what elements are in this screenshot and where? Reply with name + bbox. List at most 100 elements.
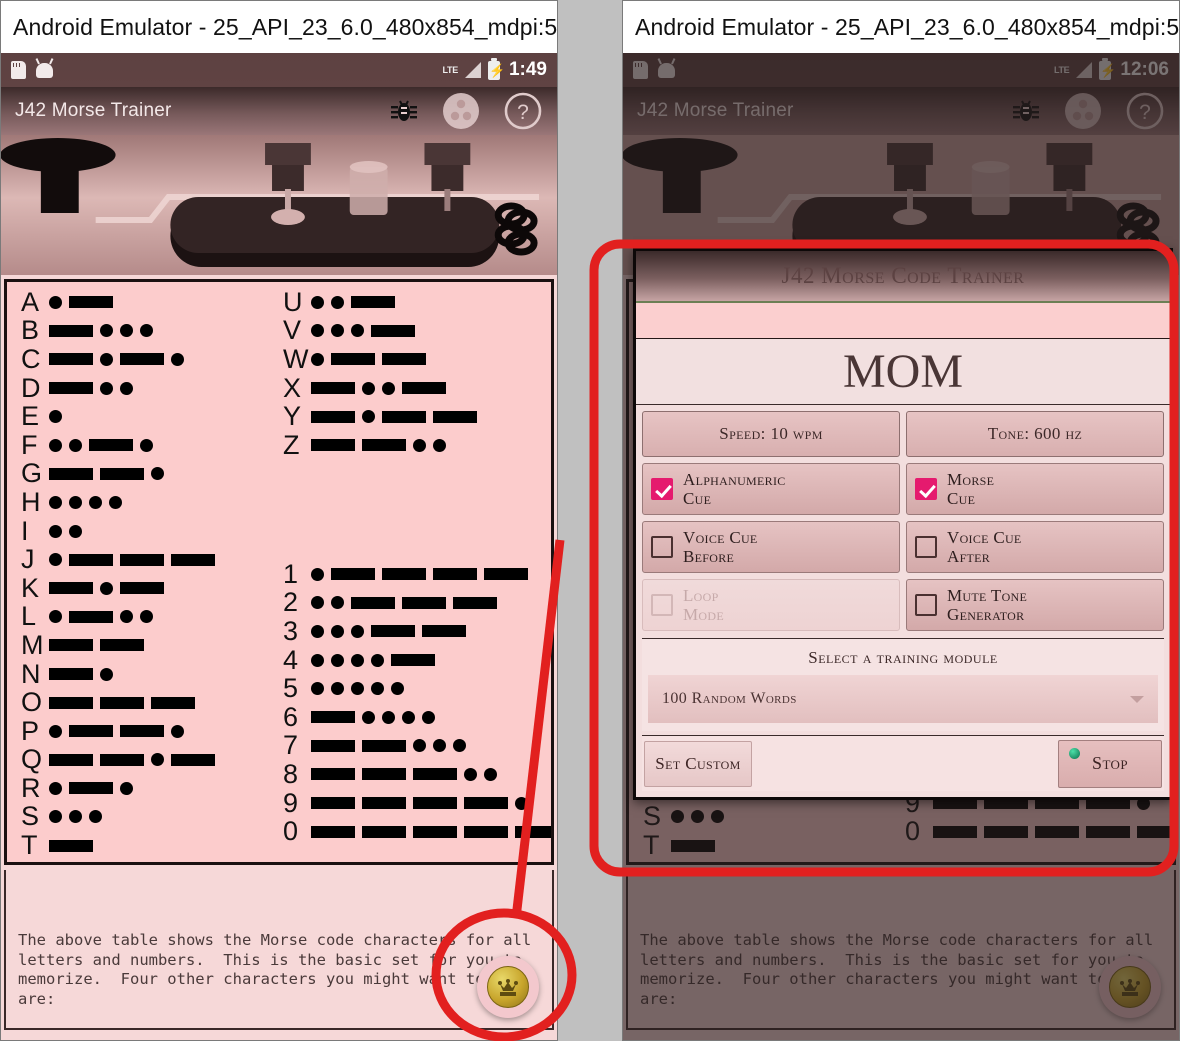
morse-dash (391, 654, 435, 667)
morse-row: 5 (283, 674, 551, 703)
morse-dot (120, 610, 133, 624)
morse-character: R (21, 772, 41, 803)
checkbox-indicator[interactable] (915, 536, 937, 558)
morse-dash (464, 825, 508, 838)
morse-character: 9 (283, 787, 299, 818)
window-title-right: Android Emulator - 25_API_23_6.0_480x854… (623, 1, 1179, 53)
morse-row: 8 (283, 758, 551, 789)
checkbox-voice-cue-before[interactable]: Voice Cue Before (642, 521, 900, 573)
checkbox-morse-cue[interactable]: Morse Cue (906, 463, 1164, 515)
spinner-selected-value: 100 Random Words (662, 690, 797, 707)
morse-symbols (311, 653, 435, 667)
svg-text:?: ? (517, 101, 529, 124)
checkbox-alphanumeric-cue[interactable]: Alphanumeric Cue (642, 463, 900, 515)
checkbox-label: Voice Cue Before (683, 528, 758, 566)
stop-button-label: Stop (1092, 753, 1128, 773)
morse-character: J (21, 544, 35, 575)
morse-dot (311, 567, 324, 581)
morse-symbols (49, 581, 164, 595)
checkbox-indicator[interactable] (651, 536, 673, 558)
morse-character: H (21, 486, 41, 517)
morse-dash (382, 568, 426, 581)
morse-character: Z (283, 429, 300, 460)
morse-dash (49, 753, 93, 766)
morse-dot (362, 710, 375, 724)
current-word-display: MOM (636, 339, 1170, 405)
morse-dot (433, 438, 446, 452)
morse-dot (422, 710, 435, 724)
morse-dot (433, 739, 446, 753)
morse-dash (371, 324, 415, 337)
morse-character: 8 (283, 758, 299, 789)
medal-coin-fab[interactable] (477, 956, 539, 1018)
set-custom-button[interactable]: Set Custom (644, 740, 752, 787)
morse-symbols (49, 495, 122, 509)
morse-symbols (311, 381, 446, 395)
morse-dot (140, 438, 153, 452)
morse-character: 6 (283, 701, 299, 732)
training-module-spinner[interactable]: 100 Random Words (648, 675, 1158, 723)
morse-dash (120, 725, 164, 738)
morse-symbols (311, 410, 477, 424)
morse-dash (311, 410, 355, 423)
checkbox-indicator[interactable] (651, 478, 673, 500)
checkbox-indicator[interactable] (915, 594, 937, 616)
morse-row: 9 (283, 787, 551, 818)
tone-button[interactable]: Tone: 600 hz (906, 411, 1164, 457)
progress-strip (636, 303, 1170, 339)
morse-character: N (21, 658, 41, 689)
morse-dot (371, 653, 384, 667)
checkbox-indicator[interactable] (915, 478, 937, 500)
morse-character: 0 (283, 816, 299, 847)
morse-row: E (21, 402, 215, 431)
morse-row: 4 (283, 646, 551, 675)
morse-dash (89, 439, 133, 452)
window-title-left: Android Emulator - 25_API_23_6.0_480x854… (1, 1, 557, 53)
dialog-title: J42 Morse Code Trainer (636, 251, 1170, 303)
signal-icon (464, 62, 481, 78)
bug-icon[interactable] (389, 97, 419, 125)
morse-dash (69, 296, 113, 309)
morse-character: 7 (283, 730, 299, 761)
morse-column-numbers: 1234567890 (283, 560, 551, 847)
three-dots-circle-icon[interactable] (441, 91, 481, 131)
medal-icon (487, 966, 529, 1008)
emulator-window-left: Android Emulator - 25_API_23_6.0_480x854… (0, 0, 558, 1041)
morse-symbols (49, 639, 144, 652)
morse-row: N (21, 660, 215, 689)
morse-character: K (21, 572, 40, 603)
morse-dash (69, 782, 113, 795)
morse-row: Q (21, 746, 215, 775)
morse-dot (171, 352, 184, 366)
help-circle-icon[interactable]: ? (503, 91, 543, 131)
checkbox-label: Mute Tone Generator (947, 586, 1028, 624)
morse-symbols (311, 567, 528, 581)
morse-dot (49, 438, 62, 452)
morse-dot (515, 796, 528, 810)
morse-dash (311, 797, 355, 810)
morse-dot (49, 610, 62, 624)
morse-dash (371, 625, 415, 638)
morse-symbols (311, 796, 528, 810)
morse-dot (69, 495, 82, 509)
checkbox-mute-tone-generator[interactable]: Mute Tone Generator (906, 579, 1164, 631)
morse-dot (100, 581, 113, 595)
battery-charging-icon (487, 57, 505, 80)
stop-button[interactable]: Stop (1058, 739, 1162, 788)
morse-dash (311, 711, 355, 724)
morse-dot (382, 381, 395, 395)
morse-symbols (49, 610, 153, 624)
chevron-down-icon (1130, 695, 1144, 703)
morse-character: G (21, 458, 43, 489)
speed-button[interactable]: Speed: 10 wpm (642, 411, 900, 457)
checkbox-grid: Alphanumeric Cue Morse Cue Voice Cue Before (636, 457, 1170, 631)
module-section-label: Select a training module (808, 648, 998, 667)
morse-character: L (21, 601, 37, 632)
morse-character: Y (283, 401, 302, 432)
morse-dot (413, 438, 426, 452)
morse-dash (311, 768, 355, 781)
checkbox-voice-cue-after[interactable]: Voice Cue After (906, 521, 1164, 573)
morse-dash (402, 382, 446, 395)
morse-dash (49, 353, 93, 366)
morse-symbols (311, 624, 466, 638)
